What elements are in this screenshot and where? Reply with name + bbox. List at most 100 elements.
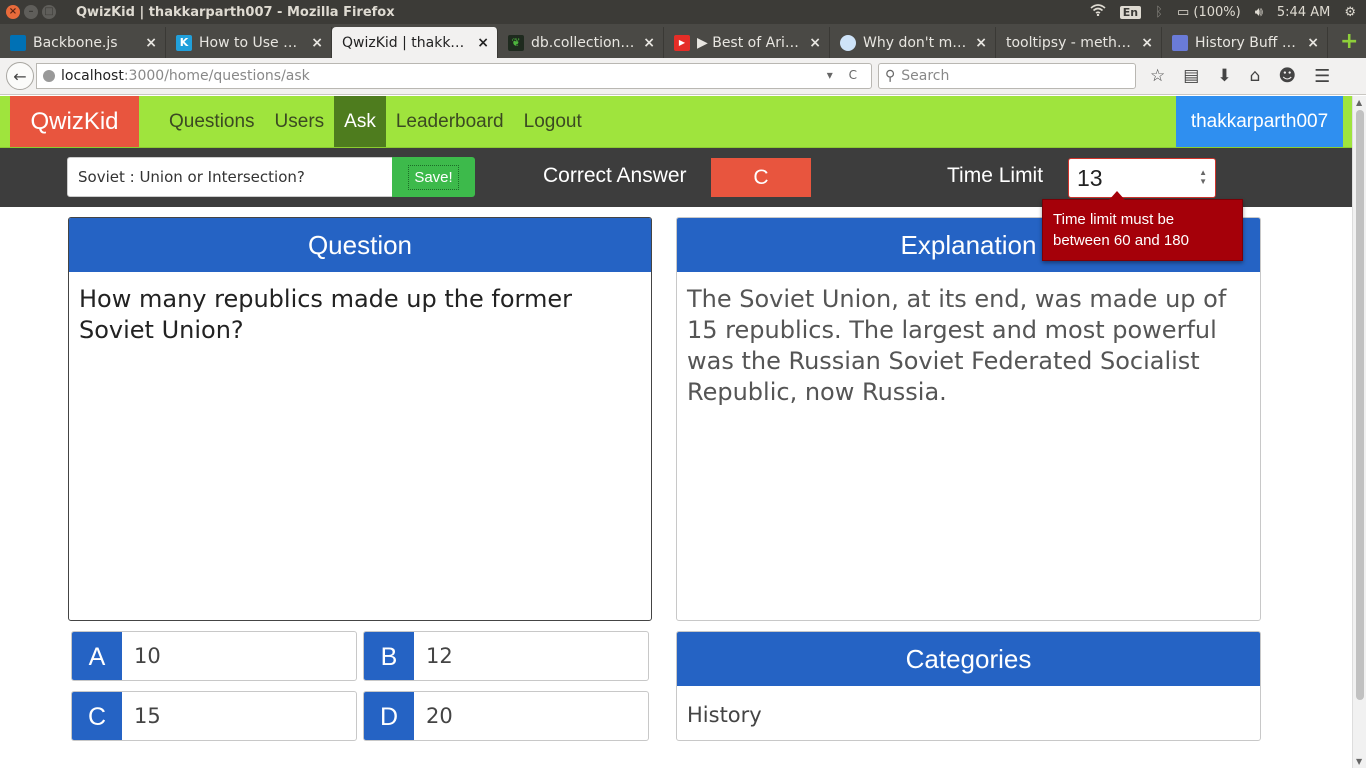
reload-icon[interactable]: ▾ C [827,68,863,82]
scroll-up-arrow-icon[interactable]: ▲ [1356,98,1362,107]
battery-icon: ▭ [1176,4,1190,20]
tab-close-icon[interactable]: × [809,35,821,51]
tab-strip: Backbone.js × K How to Use n… × QwizKid … [0,24,1366,58]
k-favicon-icon: K [176,34,192,51]
tab-how-to-use[interactable]: K How to Use n… × [166,27,332,58]
wifi-icon[interactable] [1090,4,1106,20]
tab-label: db.collection… [531,34,635,51]
tab-label: History Buff … [1195,34,1296,51]
nav-questions[interactable]: Questions [159,96,265,147]
tab-close-icon[interactable]: × [477,35,489,51]
option-c: C 15 [71,691,357,741]
option-letter: B [364,632,414,680]
user-profile-link[interactable]: thakkarparth007 [1176,96,1343,147]
tab-close-icon[interactable]: × [643,35,655,51]
new-tab-plus-icon[interactable]: + [1340,29,1358,54]
brand-logo[interactable]: QwizKid [10,96,139,147]
tab-label: QwizKid | thakka… [342,34,471,51]
maximize-window-icon[interactable]: □ [42,5,56,19]
close-window-icon[interactable]: × [6,5,20,19]
time-limit-input[interactable]: 13 ▲ ▼ [1068,158,1216,198]
tab-close-icon[interactable]: × [975,35,987,51]
question-text-area[interactable]: How many republics made up the former So… [69,272,651,358]
scroll-down-arrow-icon[interactable]: ▼ [1356,757,1362,766]
hamburger-menu-icon[interactable]: ☰ [1314,66,1330,87]
tab-qwizkid[interactable]: QwizKid | thakka… × [332,27,498,58]
window-controls: × – □ [6,5,56,19]
url-path: :3000/home/questions/ask [123,68,310,84]
tab-label: ▶ Best of Arij… [697,34,803,51]
categories-input[interactable]: History [677,686,1260,740]
question-title-input[interactable]: Soviet : Union or Intersection? [67,157,393,197]
option-d: D 20 [363,691,649,741]
correct-answer-selector[interactable]: C [711,158,811,197]
settings-gear-icon[interactable]: ⚙ [1344,5,1356,20]
os-title-bar: × – □ QwizKid | thakkarparth007 - Mozill… [0,0,1366,24]
tab-label: Backbone.js [33,34,118,51]
search-input[interactable]: ⚲ Search [878,63,1136,89]
vertical-scrollbar[interactable]: ▲ ▼ [1352,96,1366,768]
tab-db-collection[interactable]: ❦ db.collection… × [498,27,664,58]
tab-tooltipsy[interactable]: tooltipsy - meth… × [996,27,1162,58]
tab-close-icon[interactable]: × [1141,35,1153,51]
clock[interactable]: 5:44 AM [1277,5,1330,20]
backbone-favicon-icon [10,34,26,51]
tab-backbone[interactable]: Backbone.js × [0,27,166,58]
home-icon[interactable]: ⌂ [1250,66,1261,86]
option-letter: A [72,632,122,680]
nav-links: Questions Users Ask Leaderboard Logout [159,96,592,147]
battery-indicator[interactable]: ▭ (100%) [1177,5,1241,20]
globe-icon [43,70,55,82]
time-limit-error-tooltip: Time limit must be between 60 and 180 [1042,191,1243,261]
tab-close-icon[interactable]: × [145,35,157,51]
tab-youtube[interactable]: ▶ ▶ Best of Arij… × [664,27,830,58]
nav-logout[interactable]: Logout [514,96,592,147]
url-bar[interactable]: localhost:3000/home/questions/ask ▾ C [36,63,872,89]
tooltip-text: Time limit must be between 60 and 180 [1053,211,1189,249]
option-d-input[interactable]: 20 [414,692,453,740]
nav-ask[interactable]: Ask [334,96,386,147]
browser-toolbar: ← localhost:3000/home/questions/ask ▾ C … [0,58,1366,95]
tab-label: How to Use n… [199,34,305,51]
minimize-window-icon[interactable]: – [24,5,38,19]
option-b: B 12 [363,631,649,681]
system-tray: En ᛒ ▭ (100%) 🔊︎ 5:44 AM ⚙ [1090,0,1356,24]
url-host: localhost [61,68,124,84]
explanation-text-area[interactable]: The Soviet Union, at its end, was made u… [677,272,1260,420]
option-a-input[interactable]: 10 [122,632,161,680]
download-icon[interactable]: ⬇ [1217,66,1231,86]
tooltip-arrow [1109,191,1125,200]
option-b-input[interactable]: 12 [414,632,453,680]
mongodb-leaf-favicon-icon: ❦ [508,34,524,51]
scrollbar-thumb[interactable] [1356,110,1364,700]
categories-panel: Categories History [676,631,1261,741]
tab-reddit[interactable]: Why don't m… × [830,27,996,58]
save-button[interactable]: Save! [392,157,475,197]
option-c-input[interactable]: 15 [122,692,161,740]
nav-leaderboard[interactable]: Leaderboard [386,96,514,147]
reading-list-icon[interactable]: ▤ [1183,66,1199,86]
search-icon: ⚲ [885,68,896,84]
chat-icon[interactable]: ☻ [1278,66,1296,86]
option-letter: D [364,692,414,740]
toolbar-icons: ☆ ▤ ⬇ ⌂ ☻ [1150,66,1296,86]
tab-close-icon[interactable]: × [1307,35,1319,51]
back-arrow-icon[interactable]: ← [6,62,34,90]
tab-label: Why don't m… [863,34,967,51]
tab-close-icon[interactable]: × [311,35,323,51]
history-buff-favicon-icon [1172,34,1188,51]
categories-heading: Categories [677,632,1260,686]
option-letter: C [72,692,122,740]
tab-history-buff[interactable]: History Buff … × [1162,27,1328,58]
search-placeholder: Search [901,68,950,84]
nav-users[interactable]: Users [265,96,335,147]
save-button-label: Save! [408,164,459,190]
youtube-favicon-icon: ▶ [674,34,690,51]
explanation-panel: Explanation The Soviet Union, at its end… [676,217,1261,621]
spinner-arrows-icon[interactable]: ▲ ▼ [1199,168,1207,186]
volume-icon[interactable]: 🔊︎ [1255,5,1263,20]
bookmark-star-icon[interactable]: ☆ [1150,66,1165,86]
bluetooth-icon[interactable]: ᛒ [1155,5,1163,20]
keyboard-layout-indicator[interactable]: En [1119,5,1142,19]
tab-label: tooltipsy - meth… [1006,34,1131,51]
